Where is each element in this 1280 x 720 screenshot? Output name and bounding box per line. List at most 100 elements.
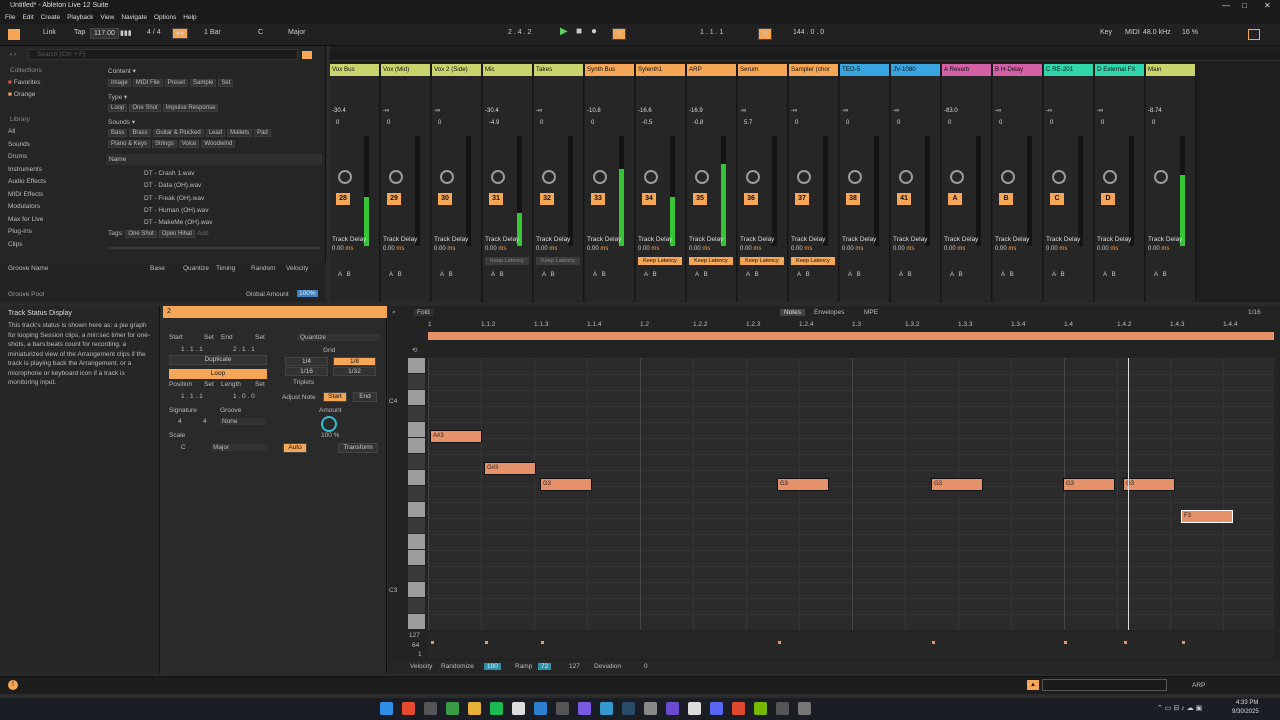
- crossfade-ab[interactable]: A B: [746, 272, 759, 278]
- pan-knob[interactable]: [1001, 170, 1015, 184]
- track-activator[interactable]: 36: [744, 193, 758, 205]
- track-volume[interactable]: -∞: [995, 108, 1001, 114]
- tempo-field[interactable]: 117.00: [90, 28, 119, 39]
- grid-sixteenth[interactable]: 1/16: [285, 367, 328, 376]
- track-delay-row[interactable]: 0.00 ms: [942, 246, 965, 252]
- collection-favorites[interactable]: ■ Favorites: [8, 79, 40, 86]
- clip-start-field[interactable]: 1 . 1 . 1: [181, 346, 203, 353]
- keep-latency-button[interactable]: Keep Latency: [791, 257, 835, 265]
- crossfade-ab[interactable]: A B: [899, 272, 912, 278]
- menu-edit[interactable]: Edit: [22, 14, 33, 21]
- velocity-marker[interactable]: [1182, 641, 1185, 644]
- piano-key[interactable]: [408, 374, 425, 389]
- track-volume[interactable]: -∞: [434, 108, 440, 114]
- keep-latency-button[interactable]: Keep Latency: [485, 257, 529, 265]
- menu-navigate[interactable]: Navigate: [121, 14, 147, 21]
- library-plugins[interactable]: Plug-Ins: [8, 228, 32, 235]
- filter-guitar[interactable]: Guitar & Plucked: [152, 129, 204, 137]
- piano-key[interactable]: [408, 518, 425, 533]
- pan-knob[interactable]: [644, 170, 658, 184]
- library-audio-effects[interactable]: Audio Effects: [8, 178, 46, 185]
- app-icon[interactable]: [644, 702, 657, 715]
- velocity-marker[interactable]: [431, 641, 434, 644]
- track-delay-row[interactable]: 0.00 ms: [993, 246, 1016, 252]
- pan-knob[interactable]: [695, 170, 709, 184]
- piano-key[interactable]: [408, 406, 425, 421]
- crossfade-ab[interactable]: A B: [797, 272, 810, 278]
- track-strip[interactable]: Vox (Mid) -∞ 0 29 Track Delay 0.00 ms A …: [381, 64, 431, 302]
- track-delay-row[interactable]: 0.00 ms: [891, 246, 914, 252]
- browser-toggle-icon[interactable]: [8, 29, 20, 40]
- filter-pad[interactable]: Pad: [254, 129, 271, 137]
- sounds-filter-heading[interactable]: Sounds ▾: [108, 118, 135, 126]
- track-strip[interactable]: Sampler (chor -∞ 0 37 Track Delay 0.00 m…: [789, 64, 839, 302]
- velocity-marker[interactable]: [541, 641, 544, 644]
- app-icon[interactable]: [798, 702, 811, 715]
- close-icon[interactable]: ✕: [1264, 0, 1271, 12]
- track-pan[interactable]: 5.7: [744, 120, 752, 126]
- filter-midi-file[interactable]: MIDI File: [132, 79, 163, 87]
- track-volume[interactable]: -16.6: [638, 108, 652, 114]
- pan-knob[interactable]: [491, 170, 505, 184]
- tab-mpe[interactable]: MPE: [864, 309, 878, 316]
- adjust-end-button[interactable]: End: [353, 392, 377, 402]
- track-delay-row[interactable]: 0.00 ms: [1146, 246, 1169, 252]
- tab-envelopes[interactable]: Envelopes: [814, 309, 844, 316]
- track-volume[interactable]: -∞: [893, 108, 899, 114]
- pan-knob[interactable]: [1052, 170, 1066, 184]
- ramp-button[interactable]: Ramp: [515, 663, 532, 670]
- track-activator[interactable]: D: [1101, 193, 1115, 205]
- pan-knob[interactable]: [389, 170, 403, 184]
- library-all[interactable]: All: [8, 128, 15, 135]
- fold-button[interactable]: Fold: [414, 309, 433, 316]
- filter-impulse-response[interactable]: Impulse Response: [162, 104, 219, 112]
- clip-title-bar[interactable]: 2: [163, 306, 387, 318]
- scale-root-select[interactable]: C: [181, 444, 186, 451]
- link-button[interactable]: Link: [43, 29, 56, 36]
- signature-denominator[interactable]: 4: [203, 418, 207, 425]
- track-title[interactable]: Vox (Mid): [381, 64, 430, 76]
- loop-length-field[interactable]: 144 . 0 . 0: [793, 29, 824, 36]
- track-title[interactable]: JV-1080: [891, 64, 940, 76]
- crossfade-ab[interactable]: A B: [338, 272, 351, 278]
- audio-icon[interactable]: [424, 702, 437, 715]
- scale-name-select[interactable]: Major: [211, 444, 267, 451]
- minimize-icon[interactable]: —: [1222, 0, 1230, 12]
- track-title[interactable]: C RE-201: [1044, 64, 1093, 76]
- track-activator[interactable]: 34: [642, 193, 656, 205]
- track-activator[interactable]: 31: [489, 193, 503, 205]
- track-volume[interactable]: -30.4: [332, 108, 346, 114]
- auto-button[interactable]: Auto: [283, 443, 307, 453]
- track-strip[interactable]: D External FX -∞ 0 D Track Delay 0.00 ms…: [1095, 64, 1145, 302]
- keep-latency-button[interactable]: Keep Latency: [689, 257, 733, 265]
- app-icon[interactable]: [666, 702, 679, 715]
- pan-knob[interactable]: [593, 170, 607, 184]
- track-activator[interactable]: 33: [591, 193, 605, 205]
- track-delay-row[interactable]: 0.00 ms: [789, 246, 812, 252]
- filter-preset[interactable]: Preset: [164, 79, 189, 87]
- velocity-marker[interactable]: [1124, 641, 1127, 644]
- loop-switch[interactable]: ⟲: [758, 28, 772, 40]
- pan-knob[interactable]: [440, 170, 454, 184]
- track-pan[interactable]: -4.9: [489, 120, 499, 126]
- track-title[interactable]: Vox 2 (Side): [432, 64, 481, 76]
- track-title[interactable]: ARP: [687, 64, 736, 76]
- file-item[interactable]: DT - Freak (OH).wav: [144, 195, 204, 202]
- triplets-toggle[interactable]: Triplets: [293, 379, 314, 386]
- play-icon[interactable]: ▶: [560, 26, 568, 37]
- crossfade-ab[interactable]: A B: [1103, 272, 1116, 278]
- pan-knob[interactable]: [797, 170, 811, 184]
- filter-piano[interactable]: Piano & Keys: [108, 140, 151, 148]
- app-icon[interactable]: [600, 702, 613, 715]
- vscode-icon[interactable]: [534, 702, 547, 715]
- crossfade-ab[interactable]: A B: [848, 272, 861, 278]
- piano-key[interactable]: [408, 454, 425, 469]
- track-volume[interactable]: -16.9: [689, 108, 703, 114]
- track-title[interactable]: Serum: [738, 64, 787, 76]
- track-delay-row[interactable]: 0.00 ms: [1095, 246, 1118, 252]
- tag-add[interactable]: Add: [197, 230, 209, 237]
- midi-note[interactable]: G3: [1063, 478, 1115, 491]
- track-title[interactable]: Sylenth1: [636, 64, 685, 76]
- adjust-start-button[interactable]: Start: [323, 392, 347, 402]
- filter-bass[interactable]: Bass: [108, 129, 128, 137]
